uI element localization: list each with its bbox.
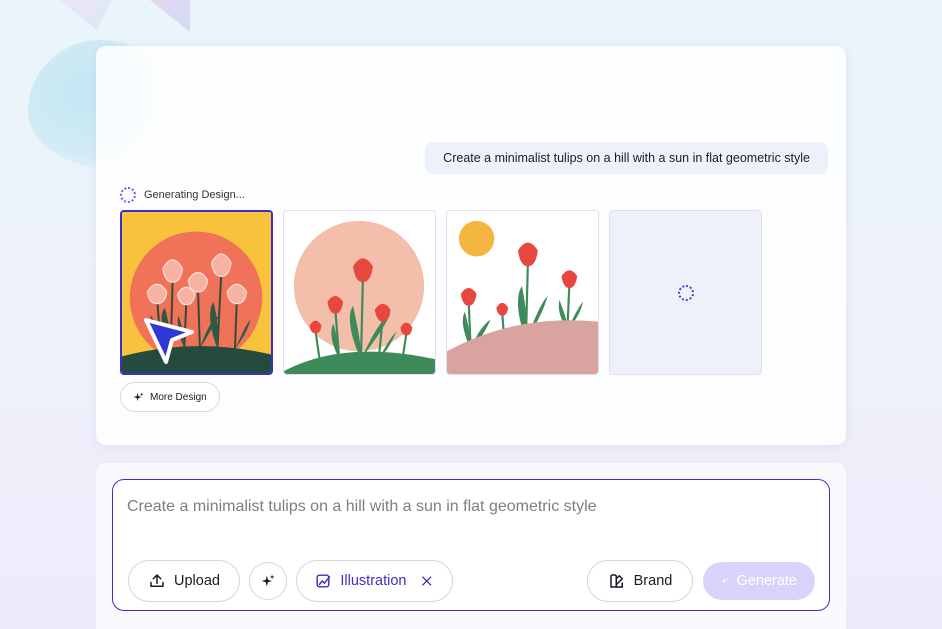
upload-button[interactable]: Upload bbox=[128, 560, 240, 602]
prompt-input[interactable] bbox=[127, 498, 807, 528]
close-icon[interactable] bbox=[420, 574, 434, 588]
brand-label: Brand bbox=[633, 573, 673, 589]
brand-icon bbox=[609, 574, 623, 588]
loading-spinner-icon bbox=[677, 284, 694, 301]
generate-button[interactable]: Generate bbox=[703, 562, 815, 600]
tulip-illustration-3 bbox=[447, 211, 598, 374]
magic-enhance-button[interactable] bbox=[249, 562, 287, 600]
decor-triangle bbox=[150, 0, 190, 32]
sparkle-icon bbox=[721, 577, 729, 584]
design-results bbox=[120, 210, 762, 375]
sparkle-icon bbox=[261, 574, 275, 587]
generate-label: Generate bbox=[736, 573, 797, 589]
user-prompt-bubble: Create a minimalist tulips on a hill wit… bbox=[425, 142, 828, 174]
design-option-3[interactable] bbox=[446, 210, 599, 375]
design-option-4 bbox=[609, 210, 762, 375]
status-text: Generating Design... bbox=[144, 189, 245, 201]
brand-button[interactable]: Brand bbox=[587, 560, 693, 602]
cursor-pointer-icon bbox=[144, 318, 194, 364]
more-design-label: More Design bbox=[150, 391, 207, 403]
tulip-illustration-2 bbox=[284, 211, 435, 374]
illustration-icon bbox=[316, 574, 331, 588]
composer-panel: Upload Illustration Brand bbox=[96, 463, 846, 629]
sparkle-icon bbox=[133, 391, 144, 401]
upload-label: Upload bbox=[174, 573, 220, 589]
generation-status: Generating Design... bbox=[120, 187, 245, 203]
more-design-button[interactable]: More Design bbox=[120, 382, 220, 412]
user-prompt-text: Create a minimalist tulips on a hill wit… bbox=[443, 151, 810, 165]
style-chip-label: Illustration bbox=[340, 573, 407, 589]
loading-spinner-icon bbox=[120, 187, 136, 203]
style-chip-illustration[interactable]: Illustration bbox=[296, 560, 453, 602]
upload-icon bbox=[150, 574, 164, 587]
decor-triangle bbox=[60, 0, 112, 30]
design-option-2[interactable] bbox=[283, 210, 436, 375]
prompt-composer: Upload Illustration Brand bbox=[112, 479, 830, 611]
conversation-panel: Create a minimalist tulips on a hill wit… bbox=[96, 46, 846, 445]
